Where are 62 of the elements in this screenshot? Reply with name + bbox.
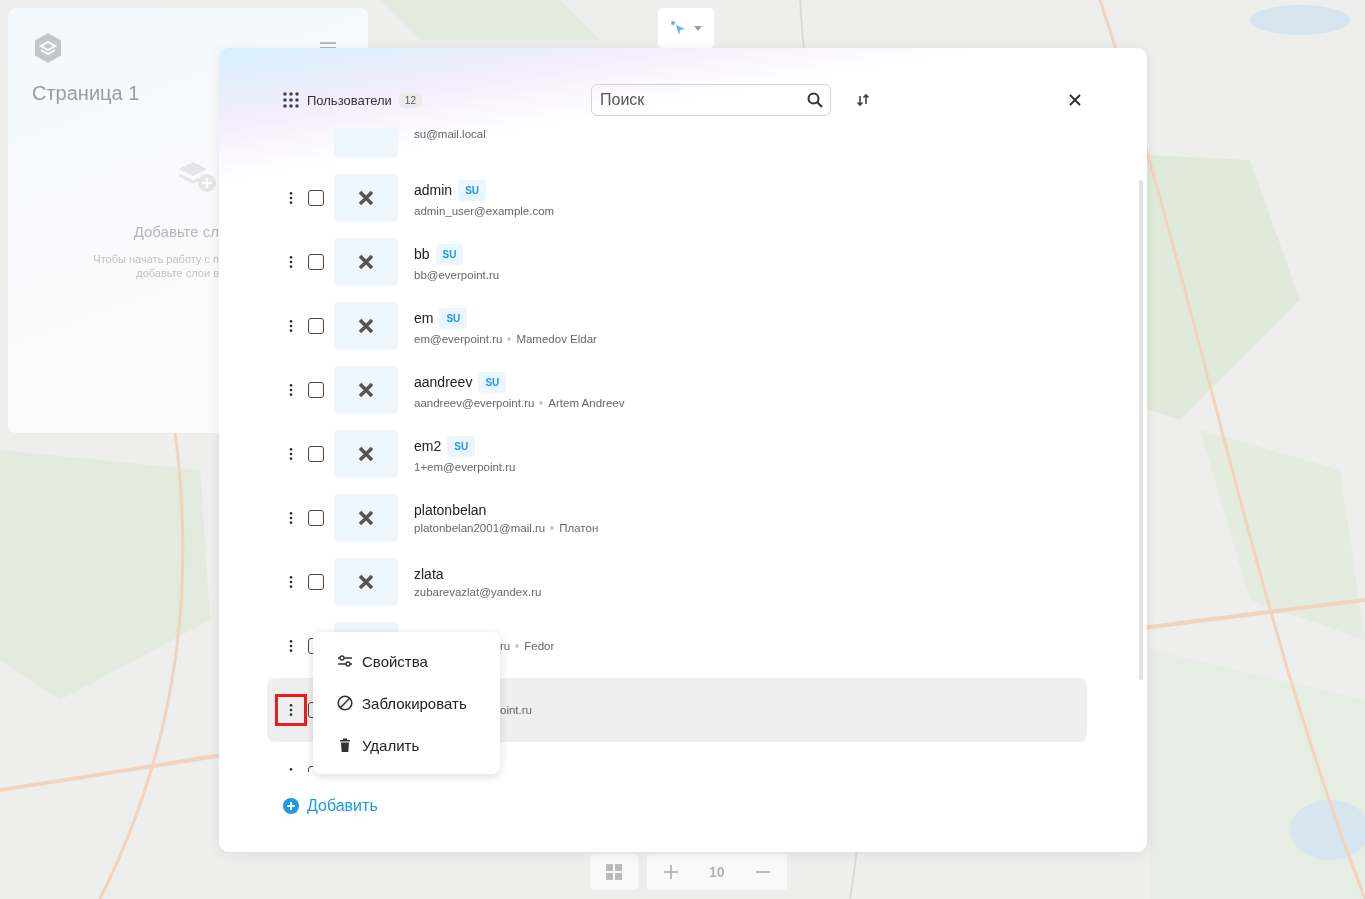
role-badge: SU <box>439 307 468 329</box>
user-email: admin_user@example.com <box>414 204 555 217</box>
checkbox[interactable] <box>308 190 324 206</box>
tool-selector[interactable] <box>658 8 714 48</box>
sort-icon[interactable] <box>856 93 870 107</box>
empty-text: добавьте слои в <box>136 266 219 280</box>
plus-circle-icon <box>283 798 299 814</box>
user-name: em <box>414 310 434 326</box>
checkbox[interactable] <box>308 382 324 398</box>
full-name: Artem Andreev <box>548 396 625 409</box>
user-name: bb <box>414 246 430 262</box>
full-name: Платон <box>559 522 599 534</box>
search-icon[interactable] <box>807 92 823 108</box>
caret-icon <box>694 25 702 31</box>
user-name: platonbelan <box>414 502 487 518</box>
grid-icon <box>606 864 622 880</box>
role-badge: SU <box>447 435 476 457</box>
zoom-level: 10 <box>709 864 725 880</box>
user-email: 1+em@everpoint.ru <box>414 460 516 473</box>
dialog-title: Пользователи <box>307 92 392 108</box>
user-name: em2 <box>414 438 442 454</box>
menu-icon[interactable] <box>320 42 336 50</box>
count-badge: 12 <box>397 92 423 108</box>
apps-icon <box>283 92 299 108</box>
role-badge: SU <box>458 179 487 201</box>
more-icon[interactable] <box>275 694 307 726</box>
separator-dot <box>507 336 512 341</box>
checkbox[interactable] <box>308 318 324 334</box>
zoom-in-icon[interactable] <box>663 864 679 880</box>
user-email: platonbelan2001@mail.ru <box>414 522 546 534</box>
sliders-icon <box>337 653 353 669</box>
full-name: Mamedov Eldar <box>516 332 597 345</box>
empty-title: Добавьте сл <box>133 223 219 240</box>
role-badge: SU <box>435 243 464 265</box>
checkbox[interactable] <box>308 510 324 526</box>
user-name: aandreev <box>414 374 473 390</box>
user-email: oint.ru <box>500 704 532 716</box>
trash-icon <box>337 737 353 753</box>
user-email: su@mail.local <box>414 128 486 140</box>
separator-dot <box>515 644 520 648</box>
menu-item[interactable]: Заблокировать <box>313 682 500 724</box>
checkbox[interactable] <box>308 446 324 462</box>
user-name: zlata <box>414 566 444 582</box>
user-email: zubarevazlat@yandex.ru <box>414 586 542 598</box>
checkbox[interactable] <box>308 574 324 590</box>
logo-icon <box>32 32 64 64</box>
user-name: admin <box>414 182 453 198</box>
user-email: ru <box>500 640 511 652</box>
user-email: bb@everpoint.ru <box>414 268 500 281</box>
user-email: aandreev@everpoint.ru <box>414 396 535 409</box>
separator-dot <box>550 526 555 530</box>
checkbox[interactable] <box>308 254 324 270</box>
full-name: Fedor <box>524 640 555 652</box>
user-email: em@everpoint.ru <box>414 332 503 345</box>
page-title: Страница 1 <box>32 82 140 105</box>
block-icon <box>337 695 353 711</box>
close-icon[interactable] <box>1069 94 1081 106</box>
grid-button[interactable] <box>590 854 638 890</box>
cursor-icon <box>670 20 686 36</box>
role-badge: SU <box>478 371 507 393</box>
search-field[interactable]: Поиск <box>591 84 831 116</box>
separator-dot <box>539 400 544 405</box>
